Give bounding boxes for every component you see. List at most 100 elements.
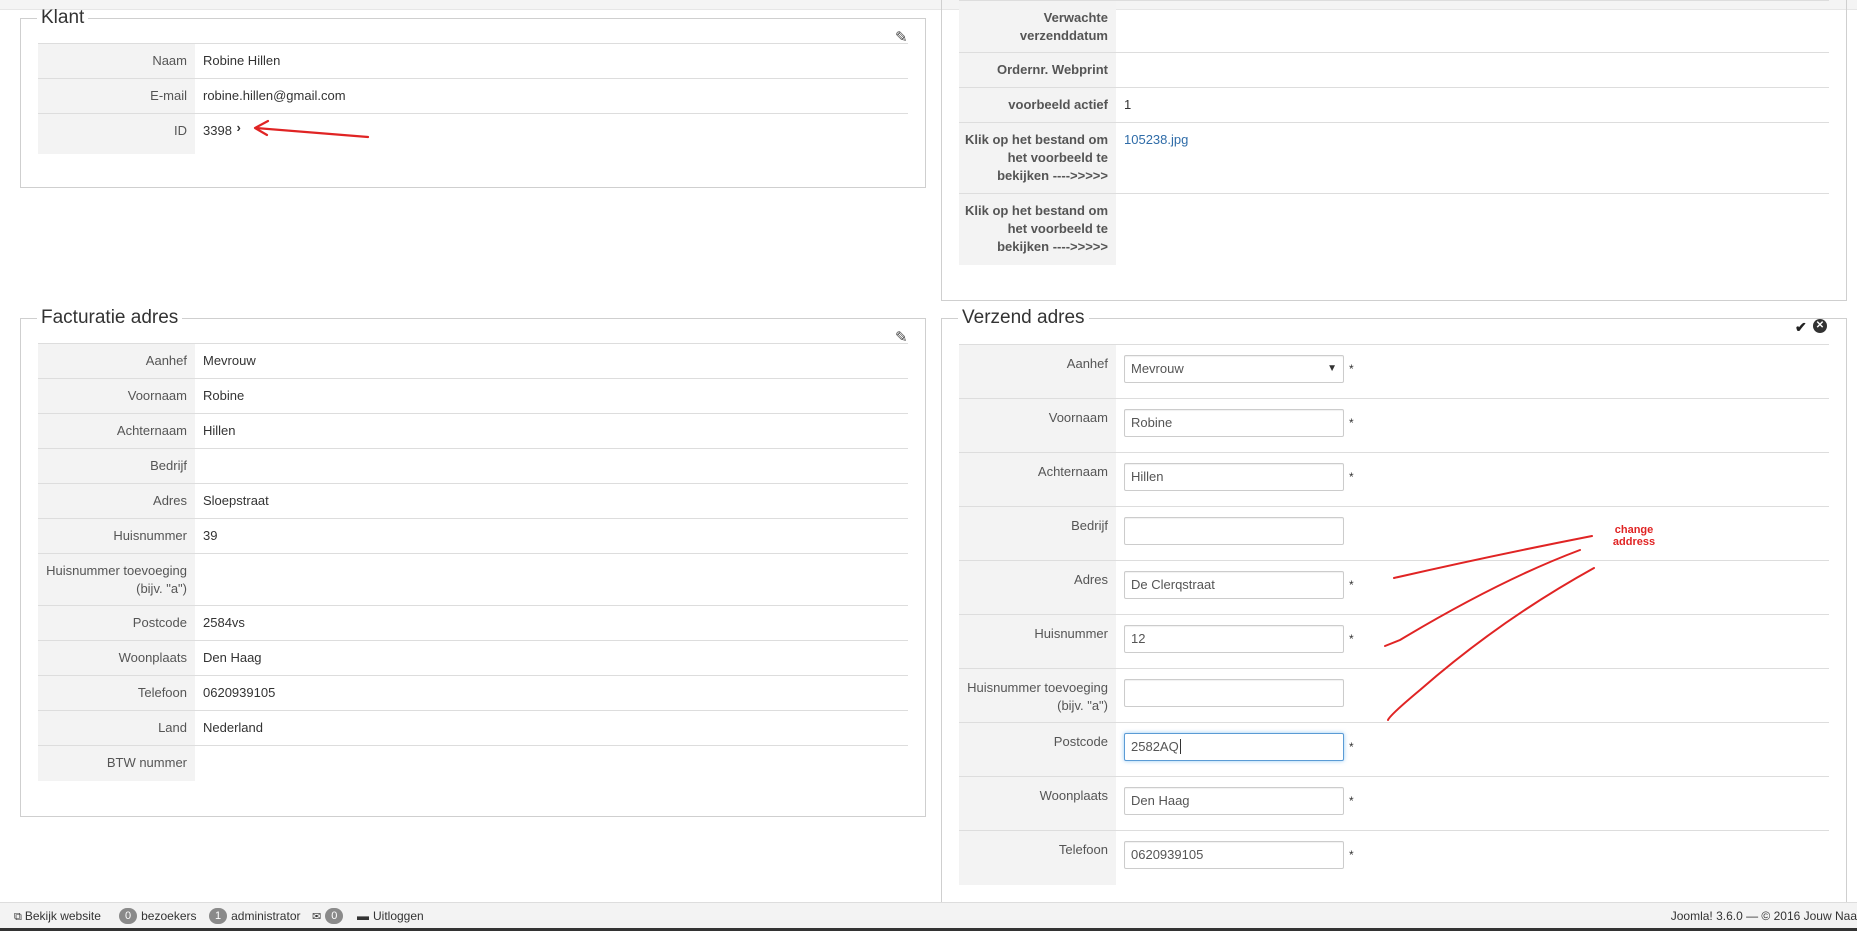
envelope-icon: ✉ xyxy=(312,911,322,923)
shipping-label: Telefoon xyxy=(959,830,1116,885)
klant-label-naam: Naam xyxy=(38,43,195,79)
table-row: Aanhef Mevrouw xyxy=(38,343,908,379)
billing-value: 2584vs xyxy=(195,605,908,641)
billing-label: Achternaam xyxy=(38,413,195,449)
order-label-bestand-2: Klik op het bestand om het voorbeeld te … xyxy=(959,193,1116,265)
billing-label: BTW nummer xyxy=(38,745,195,781)
minus-icon: ▬ xyxy=(357,909,369,923)
billing-label: Huisnummer toevoeging (bijv. "a") xyxy=(38,553,195,606)
view-site-link[interactable]: ⧉ Bekijk website xyxy=(14,903,101,930)
chevron-right-icon[interactable]: › xyxy=(237,120,241,135)
table-row: Huisnummer 39 xyxy=(38,518,908,554)
order-label-ordernr: Ordernr. Webprint xyxy=(959,52,1116,88)
klant-table: Naam Robine Hillen E-mail robine.hillen@… xyxy=(38,43,908,154)
billing-label: Land xyxy=(38,710,195,746)
text-cursor xyxy=(1179,739,1181,754)
billing-label: Postcode xyxy=(38,605,195,641)
status-bar: ⧉ Bekijk website 0 bezoekers 1 administrato… xyxy=(0,902,1857,929)
klant-title: Klant xyxy=(41,7,85,28)
logout-link[interactable]: ▬ Uitloggen xyxy=(357,903,424,929)
table-row: Bedrijf xyxy=(38,448,908,484)
messages-badge: 0 xyxy=(325,907,344,924)
table-row: Land Nederland xyxy=(38,710,908,746)
shipping-label: Bedrijf xyxy=(959,506,1116,561)
table-row: E-mail robine.hillen@gmail.com xyxy=(38,78,908,114)
voornaam-input[interactable]: Robine xyxy=(1124,409,1344,437)
order-table: Verwachte verzenddatum Ordernr. Webprint… xyxy=(959,0,1829,265)
table-row: BTW nummer xyxy=(38,745,908,781)
postcode-input[interactable]: 2582AQ xyxy=(1124,733,1344,761)
toevoeging-input[interactable] xyxy=(1124,679,1344,707)
table-row: voorbeeld actief 1 xyxy=(959,87,1829,123)
messages-indicator[interactable]: ✉ 0 xyxy=(312,903,347,930)
footer-copyright: Joomla! 3.6.0 — © 2016 Jouw Naa xyxy=(1670,909,1857,923)
aanhef-select[interactable]: Mevrouw ▼ xyxy=(1124,355,1344,383)
woonplaats-input[interactable]: Den Haag xyxy=(1124,787,1344,815)
shipping-label: Woonplaats xyxy=(959,776,1116,831)
table-row: Voornaam Robine xyxy=(38,378,908,414)
shipping-label: Achternaam xyxy=(959,452,1116,507)
shipping-label: Huisnummer toevoeging (bijv. "a") xyxy=(959,668,1116,723)
table-row: ID 3398 › xyxy=(38,113,908,154)
billing-label: Bedrijf xyxy=(38,448,195,484)
billing-label: Aanhef xyxy=(38,343,195,379)
admin-badge: 1 xyxy=(209,907,228,924)
table-row: Klik op het bestand om het voorbeeld te … xyxy=(959,122,1829,194)
table-row: Achternaam Hillen xyxy=(38,413,908,449)
shipping-label: Postcode xyxy=(959,722,1116,777)
billing-label: Huisnummer xyxy=(38,518,195,554)
billing-value: 39 xyxy=(195,518,908,554)
cancel-circle-icon[interactable]: ✕ xyxy=(1813,319,1827,333)
table-row: Naam Robine Hillen xyxy=(38,43,908,79)
klant-label-id: ID xyxy=(38,113,195,154)
shipping-label: Aanhef xyxy=(959,344,1116,399)
billing-title: Facturatie adres xyxy=(41,307,179,328)
bedrijf-input[interactable] xyxy=(1124,517,1344,545)
order-value-ordernr xyxy=(1116,52,1829,88)
order-value-bestand-2 xyxy=(1116,193,1829,265)
telefoon-input[interactable]: 0620939105 xyxy=(1124,841,1344,869)
table-row: Ordernr. Webprint xyxy=(959,52,1829,88)
billing-table: Aanhef Mevrouw Voornaam Robine Achternaam H… xyxy=(38,343,908,781)
table-row: Huisnummer toevoeging (bijv. "a") xyxy=(38,553,908,606)
annotation-arrow-icon xyxy=(253,119,370,139)
billing-value xyxy=(195,448,908,484)
billing-value: Den Haag xyxy=(195,640,908,676)
shipping-label: Huisnummer xyxy=(959,614,1116,669)
billing-value xyxy=(195,745,908,781)
billing-value: Mevrouw xyxy=(195,343,908,379)
order-value-verzenddatum xyxy=(1116,0,1829,53)
form-row-telefoon: Telefoon 0620939105 * xyxy=(959,830,1829,885)
klant-label-email: E-mail xyxy=(38,78,195,114)
external-link-icon: ⧉ xyxy=(14,911,22,923)
annotation-lines-icon xyxy=(1384,535,1595,721)
table-row: Klik op het bestand om het voorbeeld te … xyxy=(959,193,1829,265)
klant-value-naam: Robine Hillen xyxy=(195,43,908,79)
huisnummer-input[interactable]: 12 xyxy=(1124,625,1344,653)
table-row: Adres Sloepstraat xyxy=(38,483,908,519)
form-row-voornaam: Voornaam Robine * xyxy=(959,398,1829,453)
order-label-verzenddatum: Verwachte verzenddatum xyxy=(959,0,1116,53)
klant-value-email: robine.hillen@gmail.com xyxy=(195,78,908,114)
save-check-icon[interactable]: ✔ xyxy=(1795,319,1807,335)
table-row: Telefoon 0620939105 xyxy=(38,675,908,711)
table-row: Woonplaats Den Haag xyxy=(38,640,908,676)
visitors-indicator[interactable]: 0 bezoekers xyxy=(119,903,197,929)
admin-indicator[interactable]: 1 administrator xyxy=(209,903,300,929)
table-row: Verwachte verzenddatum xyxy=(959,0,1829,53)
adres-input[interactable]: De Clerqstraat xyxy=(1124,571,1344,599)
billing-value: Hillen xyxy=(195,413,908,449)
billing-value xyxy=(195,553,908,606)
achternaam-input[interactable]: Hillen xyxy=(1124,463,1344,491)
preview-file-link[interactable]: 105238.jpg xyxy=(1124,132,1188,147)
visitors-badge: 0 xyxy=(119,907,138,924)
form-row-aanhef: Aanhef Mevrouw ▼ * xyxy=(959,344,1829,399)
billing-label: Telefoon xyxy=(38,675,195,711)
shipping-label: Adres xyxy=(959,560,1116,615)
billing-label: Woonplaats xyxy=(38,640,195,676)
form-row-woonplaats: Woonplaats Den Haag * xyxy=(959,776,1829,831)
shipping-label: Voornaam xyxy=(959,398,1116,453)
billing-label: Adres xyxy=(38,483,195,519)
billing-value: Robine xyxy=(195,378,908,414)
order-label-voorbeeld: voorbeeld actief xyxy=(959,87,1116,123)
